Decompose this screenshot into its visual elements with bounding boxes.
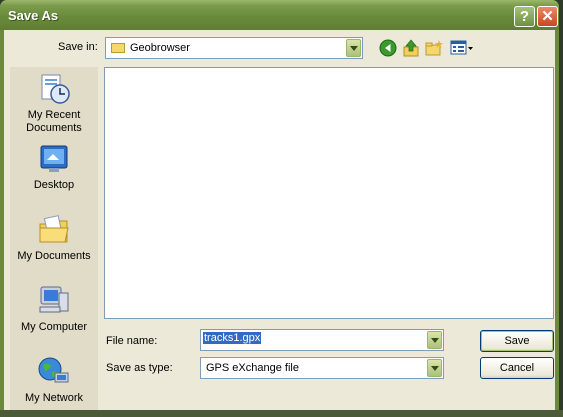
place-desktop[interactable]: Desktop (10, 143, 98, 192)
place-label: My Network (24, 392, 84, 404)
help-icon: ? (519, 8, 530, 25)
place-my-documents[interactable]: My Documents (10, 214, 98, 263)
save-as-type-dropdown[interactable]: GPS eXchange file (200, 357, 444, 379)
window-title: Save As (8, 8, 59, 23)
cancel-button[interactable]: Cancel (480, 357, 554, 379)
folder-icon (111, 43, 125, 53)
place-label: My Documents (17, 250, 91, 262)
new-folder-icon[interactable] (425, 39, 443, 57)
place-label: My Computer (20, 321, 88, 333)
chevron-down-icon[interactable] (427, 331, 442, 349)
close-button[interactable]: ✕ (537, 6, 558, 27)
chevron-down-icon[interactable] (346, 39, 361, 57)
save-as-type-label: Save as type: (106, 362, 173, 374)
file-list[interactable] (104, 67, 554, 319)
file-name-label: File name: (106, 335, 158, 347)
save-in-dropdown[interactable]: Geobrowser (105, 37, 363, 59)
file-name-value: tracks1.gpx (203, 332, 262, 344)
my-computer-icon (39, 286, 69, 313)
place-my-network[interactable]: My Network (10, 356, 98, 405)
my-documents-icon (39, 215, 69, 243)
save-in-value: Geobrowser (130, 42, 190, 54)
file-name-field[interactable]: tracks1.gpx (200, 329, 444, 351)
chevron-down-icon[interactable] (427, 359, 442, 377)
place-label: Desktop (33, 179, 75, 191)
places-bar: My Recent Documents Desktop My Documents (10, 67, 98, 410)
help-button[interactable]: ? (514, 6, 535, 27)
desktop-icon (40, 145, 68, 172)
up-folder-icon[interactable] (402, 39, 420, 57)
save-as-type-value: GPS eXchange file (206, 362, 299, 374)
save-in-label: Save in: (58, 41, 98, 53)
view-menu-icon[interactable] (450, 39, 474, 57)
place-label: My Recent Documents (26, 109, 82, 134)
my-network-icon (38, 357, 69, 383)
dialog-body: Save in: Geobrowser My Recent Documents … (4, 30, 555, 410)
recent-documents-icon (41, 74, 70, 104)
save-button[interactable]: Save (480, 330, 554, 352)
title-bar[interactable]: Save As ? ✕ (0, 0, 559, 30)
save-as-dialog: Save As ? ✕ Save in: Geobrowser My Recen… (0, 0, 559, 410)
close-icon: ✕ (541, 8, 554, 25)
place-my-computer[interactable]: My Computer (10, 285, 98, 334)
place-my-recent-documents[interactable]: My Recent Documents (10, 73, 98, 135)
file-name-input[interactable]: tracks1.gpx (203, 332, 423, 348)
taskbar-edge (0, 410, 563, 417)
back-icon[interactable] (379, 39, 397, 57)
